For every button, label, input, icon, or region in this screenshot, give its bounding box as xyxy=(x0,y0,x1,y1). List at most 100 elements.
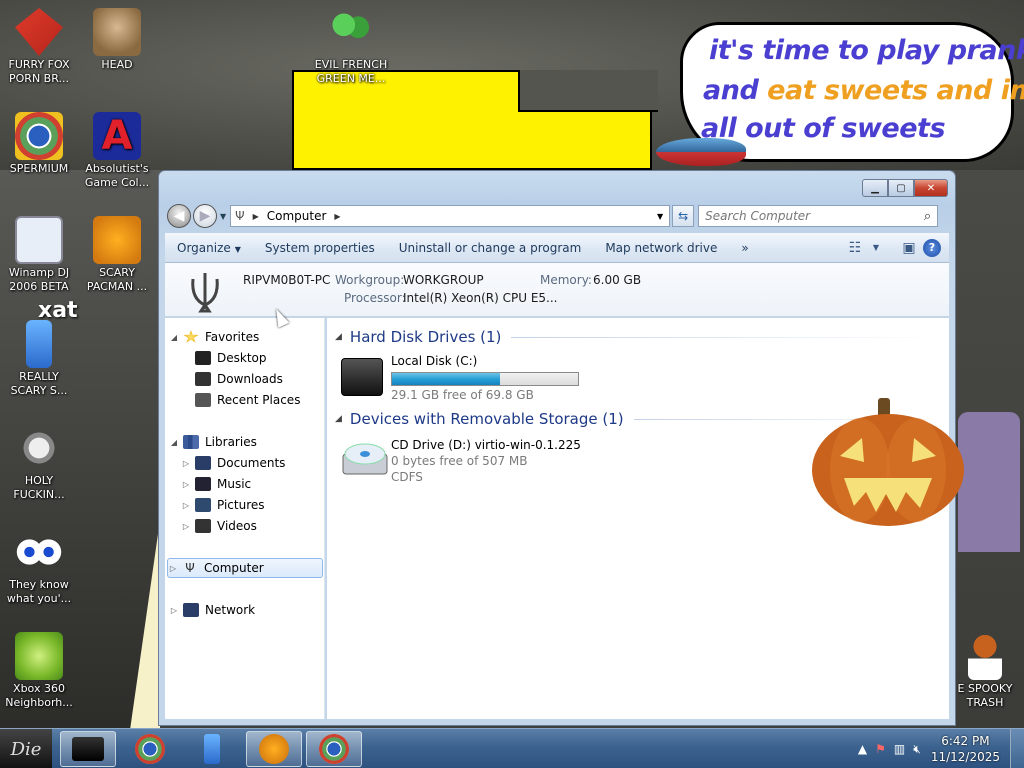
taskbar-chrome-2[interactable] xyxy=(306,731,362,767)
libraries-icon xyxy=(183,435,199,449)
nav-network[interactable]: ▷ Network xyxy=(169,600,255,620)
group-hard-disk-drives[interactable]: ◢ Hard Disk Drives (1) xyxy=(335,326,941,348)
expanded-arrow-icon[interactable]: ◢ xyxy=(335,414,342,424)
expanded-arrow-icon[interactable]: ◢ xyxy=(169,333,179,342)
collapsed-arrow-icon[interactable]: ▷ xyxy=(181,459,191,468)
desktop-icon xyxy=(195,351,211,365)
map-network-drive-button[interactable]: Map network drive xyxy=(593,241,729,255)
nav-recent-places[interactable]: Recent Places xyxy=(195,390,300,410)
preview-pane-icon[interactable]: ▣ xyxy=(895,240,923,256)
desktop-icon-head[interactable]: HEAD xyxy=(78,8,156,72)
search-input[interactable]: Search Computer ⌕ xyxy=(698,205,939,227)
pacman-icon xyxy=(259,734,289,764)
action-center-icon[interactable]: ⚑ xyxy=(875,742,886,756)
desktop-icon-holy[interactable]: HOLY FUCKIN... xyxy=(0,424,78,502)
navigation-bar: ◀ ▶ ▼ Ψ ▶ Computer ▶ ▼ ⇆ Search Computer… xyxy=(167,203,947,229)
close-button[interactable]: ✕ xyxy=(914,179,948,197)
videos-icon xyxy=(195,519,211,533)
desktop-icon-furry-fox[interactable]: FURRY FOX PORN BR... xyxy=(0,8,78,86)
show-hidden-icons-icon[interactable]: ▲ xyxy=(858,742,867,756)
caption-buttons: ▁ ▢ ✕ xyxy=(862,179,948,197)
clock[interactable]: 6:42 PM 11/12/2025 xyxy=(931,733,1000,765)
nav-downloads[interactable]: Downloads xyxy=(195,369,283,389)
nav-favorites[interactable]: ◢ Favorites xyxy=(169,327,259,347)
workgroup-value: WORKGROUP xyxy=(403,273,484,287)
taskbar-usb[interactable] xyxy=(184,731,240,767)
head-icon xyxy=(93,8,141,56)
network-tray-icon[interactable]: ▥ xyxy=(894,742,905,756)
desktop-icon-spermium[interactable]: SPERMIUM xyxy=(0,112,78,176)
collapsed-arrow-icon[interactable]: ▷ xyxy=(181,480,191,489)
system-tray: ▲ ⚑ ▥ 🔇︎ 6:42 PM 11/12/2025 xyxy=(854,729,1024,768)
nav-documents[interactable]: ▷ Documents xyxy=(181,453,285,473)
maximize-button[interactable]: ▢ xyxy=(888,179,914,197)
start-button[interactable]: Die xyxy=(0,729,52,768)
navigation-pane: ◢ Favorites Desktop Downloads Recent Plac… xyxy=(165,318,325,719)
change-view-icon[interactable]: ☷ xyxy=(841,240,869,256)
desktop-icon-scary-pacman[interactable]: SCARY PACMAN ... xyxy=(78,216,156,294)
forward-arrow-icon: ▶ xyxy=(199,208,211,224)
desktop-icon-winamp[interactable]: Winamp DJ 2006 BETA xyxy=(0,216,78,294)
expanded-arrow-icon[interactable]: ◢ xyxy=(169,438,179,447)
downloads-icon xyxy=(195,372,211,386)
fish-image xyxy=(656,138,746,166)
pacman-icon xyxy=(93,216,141,264)
nav-pictures[interactable]: ▷ Pictures xyxy=(181,495,265,515)
desktop-icon-spooky-trash[interactable]: E SPOOKY TRASH xyxy=(946,632,1024,710)
drive-local-disk-c[interactable]: Local Disk (C:) 29.1 GB free of 69.8 GB xyxy=(327,350,587,406)
computer-icon: Ψ xyxy=(235,209,245,223)
winamp-icon xyxy=(15,216,63,264)
organize-button[interactable]: Organize ▼ xyxy=(165,241,253,255)
desktop-icon-xbox[interactable]: Xbox 360 Neighborh... xyxy=(0,632,78,710)
address-bar[interactable]: Ψ ▶ Computer ▶ ▼ xyxy=(230,205,671,227)
drive-cd-d[interactable]: CD Drive (D:) virtio-win-0.1.225 0 bytes… xyxy=(327,434,587,484)
nav-libraries[interactable]: ◢ Libraries xyxy=(169,432,257,452)
xbox-icon xyxy=(15,632,63,680)
expanded-arrow-icon[interactable]: ◢ xyxy=(335,332,342,342)
desktop-icon-evil-french[interactable]: EVIL FRENCH GREEN ME... xyxy=(312,8,390,86)
back-button[interactable]: ◀ xyxy=(167,204,191,228)
breadcrumb-separator-icon[interactable]: ▶ xyxy=(253,212,259,221)
system-properties-button[interactable]: System properties xyxy=(253,241,387,255)
usb-icon xyxy=(26,320,52,368)
collapsed-arrow-icon[interactable]: ▷ xyxy=(168,564,178,573)
taskbar-explorer[interactable] xyxy=(60,731,116,767)
chevron-down-icon: ▼ xyxy=(234,244,241,254)
volume-icon[interactable]: 🔇︎ xyxy=(913,742,921,757)
desktop-icon-absolutist[interactable]: Absolutist's Game Col... xyxy=(78,112,156,190)
recent-pages-dropdown[interactable]: ▼ xyxy=(220,212,226,221)
pictures-icon xyxy=(195,498,211,512)
nav-videos[interactable]: ▷ Videos xyxy=(181,516,257,536)
collapsed-arrow-icon[interactable]: ▷ xyxy=(181,522,191,531)
address-dropdown-icon[interactable]: ▼ xyxy=(657,212,663,221)
pumpkin-image xyxy=(812,398,964,526)
gravestone-image xyxy=(958,412,1020,552)
refresh-icon: ⇆ xyxy=(678,209,689,223)
fox-icon xyxy=(15,8,63,56)
desktop-icon-they-know[interactable]: They know what you'... xyxy=(0,528,78,606)
chrome-icon xyxy=(319,734,349,764)
uninstall-program-button[interactable]: Uninstall or change a program xyxy=(387,241,594,255)
nav-music[interactable]: ▷ Music xyxy=(181,474,251,494)
taskbar-chrome[interactable] xyxy=(122,731,178,767)
collapsed-arrow-icon[interactable]: ▷ xyxy=(169,606,179,615)
spider-icon xyxy=(15,424,63,472)
refresh-button[interactable]: ⇆ xyxy=(672,205,695,227)
collapsed-arrow-icon[interactable]: ▷ xyxy=(181,501,191,510)
more-commands-button[interactable]: » xyxy=(729,241,760,255)
view-controls: ☷ ▼ ▣ ? xyxy=(841,238,949,257)
help-icon[interactable]: ? xyxy=(923,238,941,257)
show-desktop-button[interactable] xyxy=(1010,729,1024,768)
nav-computer[interactable]: ▷ Ψ Computer xyxy=(167,558,323,578)
workgroup-label: Workgroup: xyxy=(335,273,405,287)
breadcrumb-computer[interactable]: Computer xyxy=(267,209,327,223)
view-dropdown-icon[interactable]: ▼ xyxy=(869,243,883,252)
taskbar-pacman[interactable] xyxy=(246,731,302,767)
documents-icon xyxy=(195,456,211,470)
nav-desktop[interactable]: Desktop xyxy=(195,348,267,368)
bubble-line-3: all out of sweets xyxy=(701,113,946,144)
breadcrumb-chevron-icon[interactable]: ▶ xyxy=(334,212,340,221)
desktop-icon-really-scary[interactable]: REALLY SCARY S... xyxy=(0,320,78,398)
forward-button[interactable]: ▶ xyxy=(193,204,217,228)
minimize-button[interactable]: ▁ xyxy=(862,179,888,197)
